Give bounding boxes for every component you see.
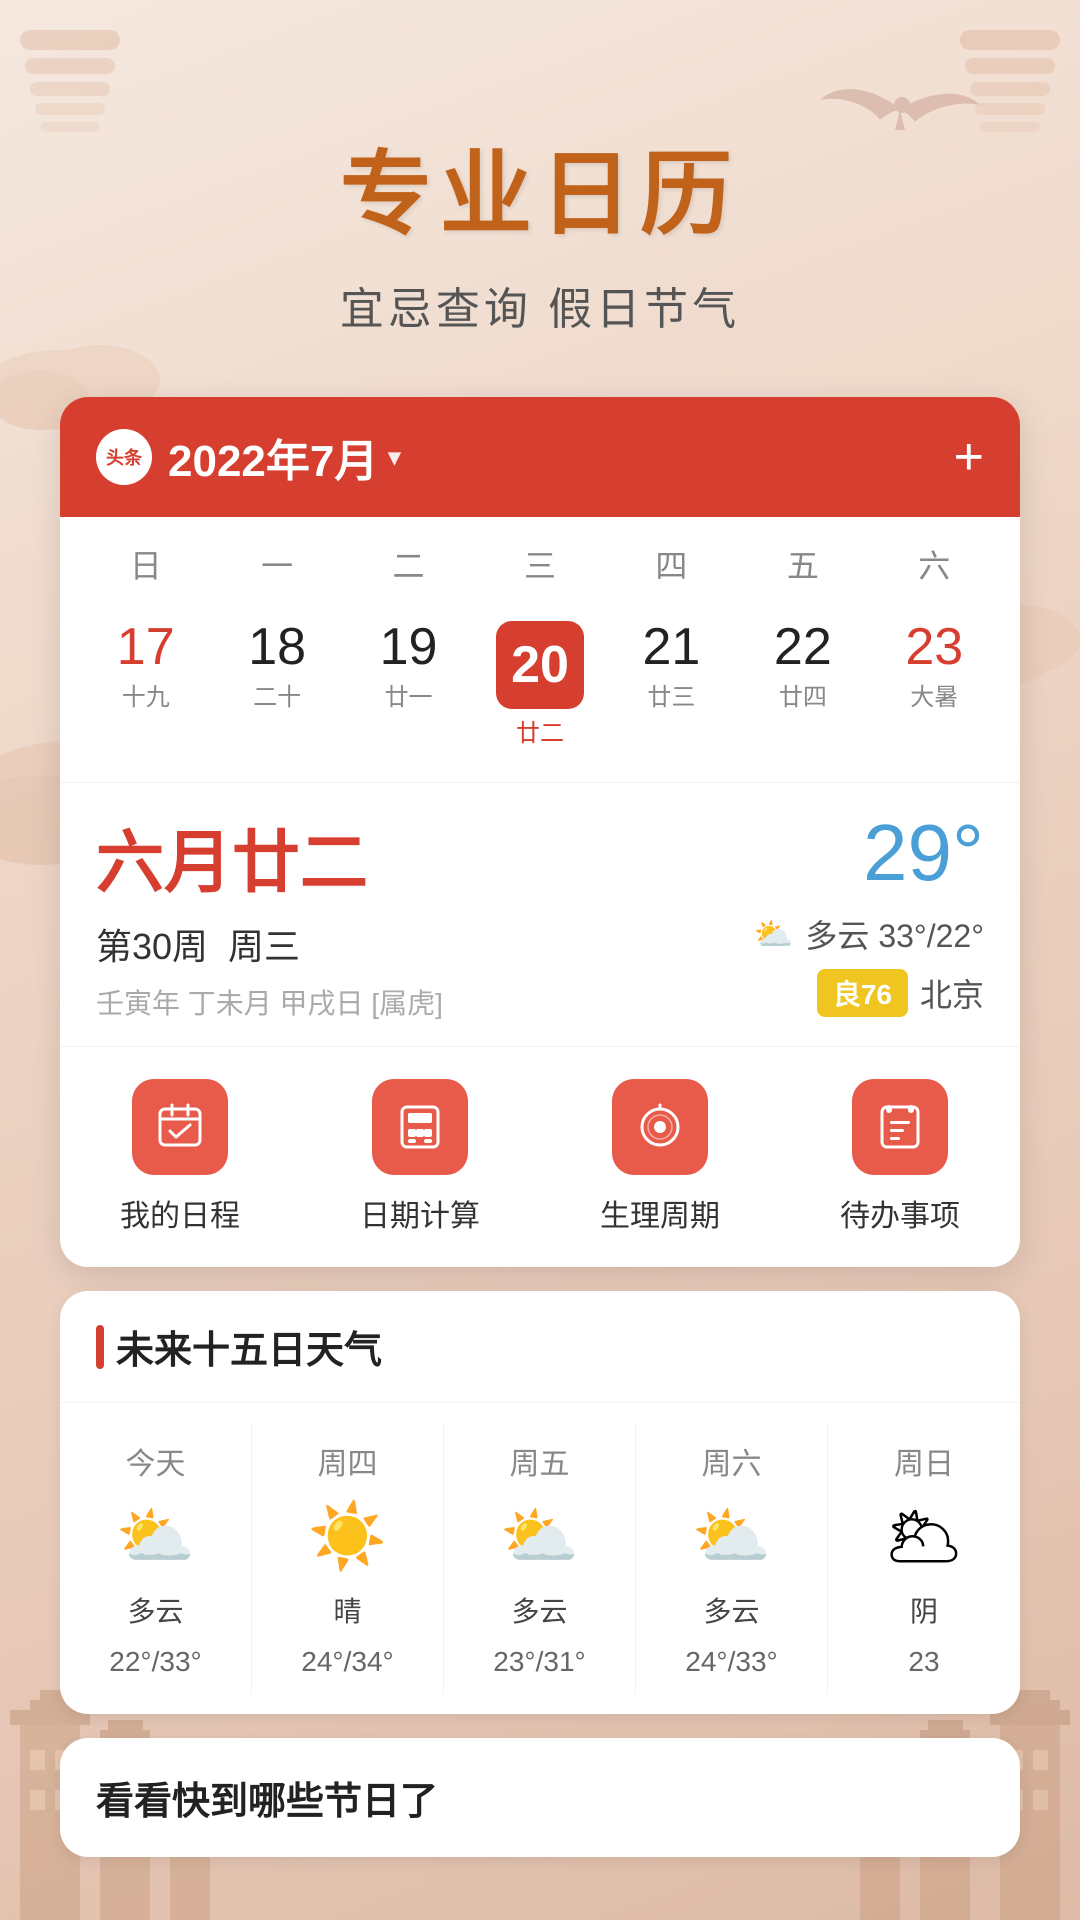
wd-desc-sun: 阴 (910, 1590, 938, 1630)
dow-mon: 一 (211, 533, 342, 595)
dropdown-arrow-icon[interactable]: ▾ (388, 443, 400, 472)
cycle-icon (634, 1101, 686, 1153)
date-21[interactable]: 21 廿三 (606, 611, 737, 758)
subtitle: 宜忌查询 假日节气 (0, 273, 1080, 337)
wd-temp-fri: 23°/31° (493, 1646, 585, 1678)
wd-desc-fri: 多云 (511, 1590, 567, 1630)
wd-label-sat: 周六 (702, 1439, 762, 1483)
qa-calc-label: 日期计算 (360, 1191, 480, 1235)
wd-icon-thu: ☀️ (308, 1499, 388, 1574)
ganzhi-text: 壬寅年 丁未月 甲戌日 [属虎] (96, 982, 443, 1022)
weather-section-header: 未来十五日天气 (60, 1291, 1020, 1403)
wd-label-sun: 周日 (894, 1439, 954, 1483)
dow-tue: 二 (343, 533, 474, 595)
dow-wed: 三 (474, 533, 605, 595)
wd-desc-today: 多云 (127, 1590, 183, 1630)
quick-actions: 我的日程 日期计算 (60, 1046, 1020, 1267)
temperature-display: 29° (863, 807, 984, 899)
wd-icon-fri: ⛅ (500, 1499, 580, 1574)
qa-cycle-icon-wrap (612, 1079, 708, 1175)
wd-label-today: 今天 (126, 1439, 186, 1483)
wd-label-thu: 周四 (318, 1439, 378, 1483)
add-event-button[interactable]: + (954, 431, 984, 483)
dates-row: 17 十九 18 二十 19 廿一 20 廿二 21 廿三 (60, 603, 1020, 782)
weather-section-title: 未来十五日天气 (116, 1319, 382, 1374)
qa-todo-label: 待办事项 (840, 1191, 960, 1235)
qa-todo[interactable]: 待办事项 (780, 1047, 1020, 1267)
info-right: 29° ⛅ 多云 33°/22° 良76 北京 (754, 807, 984, 1017)
week-row: 第30周 周三 (96, 918, 443, 970)
dow-thu: 四 (606, 533, 737, 595)
calculator-icon (394, 1101, 446, 1153)
wd-temp-sat: 24°/33° (685, 1646, 777, 1678)
weather-day-sat[interactable]: 周六 ⛅ 多云 24°/33° (636, 1423, 828, 1694)
todo-icon (874, 1101, 926, 1153)
weather-day-today[interactable]: 今天 ⛅ 多云 22°/33° (60, 1423, 252, 1694)
toutiao-logo: 头条 (96, 429, 152, 485)
date-20-today[interactable]: 20 廿二 (474, 611, 605, 758)
location-text: 北京 (920, 970, 984, 1016)
date-18[interactable]: 18 二十 (211, 611, 342, 758)
info-row: 六月廿二 第30周 周三 壬寅年 丁未月 甲戌日 [属虎] 29° ⛅ 多云 3… (60, 782, 1020, 1046)
calendar-check-icon (154, 1101, 206, 1153)
date-19[interactable]: 19 廿一 (343, 611, 474, 758)
wd-temp-sun: 23 (908, 1646, 939, 1678)
wd-icon-sun: 🌥 (883, 1499, 964, 1574)
day-of-week-row: 日 一 二 三 四 五 六 (60, 517, 1020, 603)
wd-icon-today: ⛅ (116, 1499, 196, 1574)
weather-day-thu[interactable]: 周四 ☀️ 晴 24°/34° (252, 1423, 444, 1694)
dow-sat: 六 (869, 533, 1000, 595)
date-17[interactable]: 17 十九 (80, 611, 211, 758)
date-23[interactable]: 23 大暑 (869, 611, 1000, 758)
aqi-badge: 良76 (817, 969, 908, 1017)
weather-icon: ⛅ (754, 915, 794, 953)
background: 专业日历 宜忌查询 假日节气 头条 2022年7月 ▾ + 日 一 二 三 四 (0, 0, 1080, 1920)
wd-temp-thu: 24°/34° (301, 1646, 393, 1678)
qa-my-schedule[interactable]: 我的日程 (60, 1047, 300, 1267)
dow-fri: 五 (737, 533, 868, 595)
weather-day-sun[interactable]: 周日 🌥 阴 23 (828, 1423, 1020, 1694)
holidays-section: 看看快到哪些节日了 (60, 1738, 1020, 1857)
wd-desc-thu: 晴 (333, 1590, 361, 1630)
qa-cycle-label: 生理周期 (600, 1191, 720, 1235)
weather-days-row: 今天 ⛅ 多云 22°/33° 周四 ☀️ 晴 24°/34° 周五 ⛅ 多云 … (60, 1403, 1020, 1714)
aqi-location-row: 良76 北京 (817, 969, 984, 1017)
dow-sun: 日 (80, 533, 211, 595)
weekday-label: 周三 (228, 918, 300, 970)
week-number: 第30周 (96, 918, 208, 970)
calendar-month-title[interactable]: 2022年7月 ▾ (168, 425, 400, 489)
calendar-header: 头条 2022年7月 ▾ + (60, 397, 1020, 517)
info-left: 六月廿二 第30周 周三 壬寅年 丁未月 甲戌日 [属虎] (96, 807, 443, 1022)
header-section: 专业日历 宜忌查询 假日节气 (0, 0, 1080, 377)
calendar-header-left: 头条 2022年7月 ▾ (96, 425, 400, 489)
wd-label-fri: 周五 (510, 1439, 570, 1483)
wd-desc-sat: 多云 (703, 1590, 759, 1630)
wd-icon-sat: ⛅ (692, 1499, 772, 1574)
qa-todo-icon-wrap (852, 1079, 948, 1175)
qa-date-calc[interactable]: 日期计算 (300, 1047, 540, 1267)
wd-temp-today: 22°/33° (109, 1646, 201, 1678)
qa-schedule-icon-wrap (132, 1079, 228, 1175)
weather-title-bar (96, 1325, 104, 1369)
qa-calc-icon-wrap (372, 1079, 468, 1175)
weather-row: ⛅ 多云 33°/22° (754, 911, 984, 957)
weather-day-fri[interactable]: 周五 ⛅ 多云 23°/31° (444, 1423, 636, 1694)
qa-schedule-label: 我的日程 (120, 1191, 240, 1235)
date-22[interactable]: 22 廿四 (737, 611, 868, 758)
holidays-title: 看看快到哪些节日了 (96, 1770, 984, 1825)
weather-desc: 多云 33°/22° (805, 911, 984, 957)
lunar-date-big: 六月廿二 (96, 807, 443, 906)
calendar-card: 头条 2022年7月 ▾ + 日 一 二 三 四 五 六 17 十九 (60, 397, 1020, 1267)
main-title: 专业日历 (0, 120, 1080, 253)
weather-section: 未来十五日天气 今天 ⛅ 多云 22°/33° 周四 ☀️ 晴 24°/34° … (60, 1291, 1020, 1714)
qa-cycle[interactable]: 生理周期 (540, 1047, 780, 1267)
